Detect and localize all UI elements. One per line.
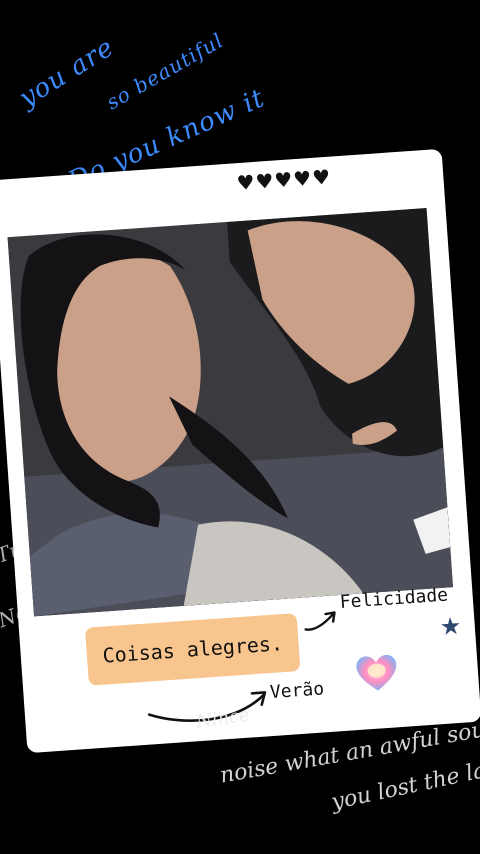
selfie-photo — [7, 208, 454, 617]
caption-label-box: Coisas alegres. — [84, 613, 301, 686]
caption-verao: Verão — [269, 678, 325, 704]
polaroid-card: ♥♥♥♥♥ Coisas alegres. Felicidade ★ Verão — [0, 148, 480, 754]
heart-icon — [356, 654, 397, 691]
hearts-decoration: ♥♥♥♥♥ — [235, 164, 332, 196]
photo-illustration — [7, 208, 454, 617]
handwriting-so-beautiful: so beautiful — [102, 27, 228, 115]
arrow-icon-felicidade — [304, 611, 336, 631]
handwriting-you-are: you are — [14, 32, 120, 114]
star-icon: ★ — [438, 611, 463, 642]
caption-main: Coisas alegres. — [101, 631, 284, 668]
story-canvas: you are so beautiful Do you know it Tu N… — [0, 0, 480, 854]
